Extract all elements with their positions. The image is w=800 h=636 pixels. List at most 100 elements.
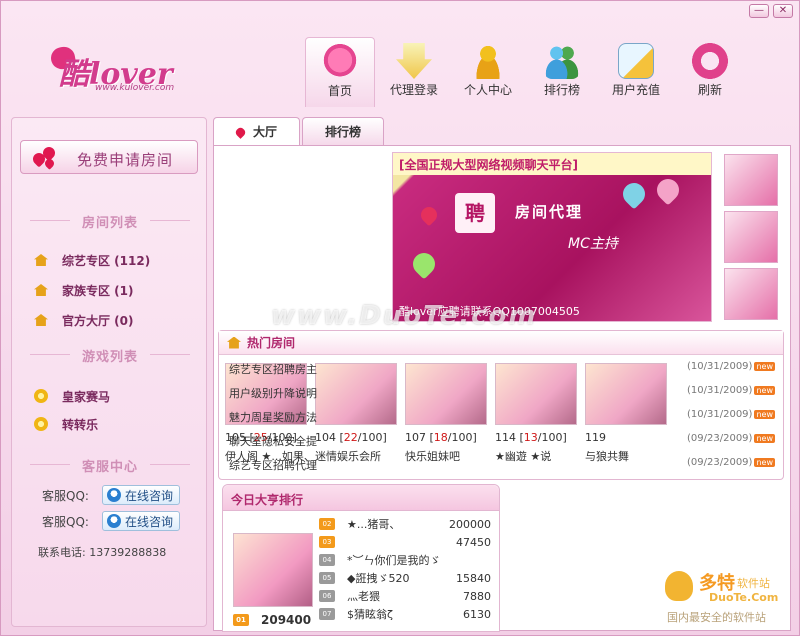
- rank-name: ★...猪哥、: [347, 518, 401, 531]
- nav-refresh[interactable]: 刷新: [675, 37, 745, 107]
- watermark-cn2: 软件站: [737, 577, 770, 590]
- rank-badge: 05: [319, 572, 335, 584]
- room-photo: [405, 363, 487, 425]
- coin-icon: [34, 389, 48, 403]
- ad-thumbnail[interactable]: [724, 211, 778, 263]
- rank-name: 灬老猥: [347, 590, 380, 603]
- online-consult-button[interactable]: 在线咨询: [102, 485, 180, 505]
- room-card[interactable]: 114 [13/100] ★幽遊 ★说: [495, 363, 583, 464]
- nav-label: 刷新: [697, 83, 722, 97]
- nav-agent-login[interactable]: 代理登录: [379, 37, 449, 107]
- rank-name: $猜眩翁ζ: [347, 608, 393, 621]
- hot-rooms-header: 热门房间: [219, 331, 783, 355]
- rank-badge: 06: [319, 590, 335, 602]
- qq-icon: [107, 488, 121, 502]
- sidebar-item-label: 综艺专区 (112): [62, 253, 151, 268]
- top-user-score: 01 209400: [233, 613, 311, 627]
- room-card[interactable]: 107 [18/100] 快乐姐妹吧: [405, 363, 493, 464]
- room-name: 快乐姐妹吧: [405, 450, 460, 463]
- heart-icon: [417, 203, 441, 227]
- room-list-title: 房间列表: [12, 212, 208, 231]
- banner-hire-badge: 聘: [455, 193, 495, 233]
- heart-icon: [652, 174, 684, 206]
- rank-badge: 07: [319, 608, 335, 620]
- sidebar-item-official[interactable]: 官方大厅 (0): [34, 310, 134, 330]
- left-sidebar: 免费申请房间 房间列表 综艺专区 (112) 家族专区 (1) 官方大厅 (0)…: [11, 117, 207, 627]
- rank-row[interactable]: 06 灬老猥 7880: [319, 587, 497, 605]
- users-rank-icon: [544, 43, 580, 79]
- nav-recharge[interactable]: 用户充值: [601, 37, 671, 107]
- news-item[interactable]: 综艺专区招聘房主: [229, 361, 359, 385]
- rank-row[interactable]: 02 ★...猪哥、 200000: [319, 515, 497, 533]
- game-list-title: 游戏列表: [12, 346, 208, 365]
- new-badge: new: [754, 386, 775, 395]
- news-date: (10/31/2009) new: [687, 361, 775, 372]
- rank-row[interactable]: 05 ◆誑拽ゞ520 15840: [319, 569, 497, 587]
- new-badge: new: [754, 410, 775, 419]
- watermark-text: www.DuoTe.com: [271, 301, 538, 331]
- news-item[interactable]: 综艺专区招聘代理: [229, 457, 359, 481]
- nav-home[interactable]: 首页: [305, 37, 375, 107]
- house-icon: [34, 314, 48, 326]
- rank-row[interactable]: 07 $猜眩翁ζ 6130: [319, 605, 497, 623]
- news-item[interactable]: 聊天室隐私安全提: [229, 433, 359, 457]
- duote-watermark-logo: 多特 软件站 DuoTe.Com 国内最安全的软件站: [665, 565, 795, 629]
- ad-thumbnail[interactable]: [724, 268, 778, 320]
- new-badge: new: [754, 362, 775, 371]
- recruit-banner[interactable]: [全国正规大型网络视频聊天平台] 聘 房间代理 MC主持 酷lover应聘请联系…: [392, 152, 712, 322]
- nav-label: 首页: [327, 84, 352, 98]
- nav-label: 排行榜: [543, 83, 580, 97]
- news-date: (10/31/2009) new: [687, 409, 775, 420]
- service-title: 客服中心: [12, 456, 208, 475]
- nav-ranking[interactable]: 排行榜: [527, 37, 597, 107]
- rank-row[interactable]: 04 *︶ㄣ你们是我的ゞ: [319, 551, 497, 569]
- nav-label: 个人中心: [463, 83, 512, 97]
- rank-badge: 01: [233, 614, 249, 626]
- download-arrow-icon: [396, 43, 432, 79]
- sidebar-item-family[interactable]: 家族专区 (1): [34, 280, 134, 300]
- ad-thumbnail[interactable]: [724, 154, 778, 206]
- online-consult-button[interactable]: 在线咨询: [102, 511, 180, 531]
- contact-phone: 联系电话: 13739288838: [38, 546, 167, 559]
- tab-bar: 大厅 排行榜: [213, 117, 386, 146]
- rank-score: 7880: [463, 589, 491, 603]
- heart-icon: [618, 178, 650, 210]
- sidebar-item-horse-race[interactable]: 皇家赛马: [34, 386, 110, 406]
- rank-score: 6130: [463, 607, 491, 621]
- tab-ranking[interactable]: 排行榜: [302, 117, 385, 145]
- tab-lobby[interactable]: 大厅: [213, 117, 301, 146]
- top-user-photo[interactable]: [233, 533, 313, 607]
- rank-name: *︶ㄣ你们是我的ゞ: [347, 554, 441, 567]
- qq-icon: [107, 514, 121, 528]
- apply-room-button[interactable]: 免费申请房间: [20, 140, 198, 174]
- heart-icon: [408, 248, 440, 280]
- new-badge: new: [754, 458, 775, 467]
- tab-label: 大厅: [253, 125, 278, 139]
- hot-rooms-title: 热门房间: [247, 336, 296, 350]
- side-ad-column: [724, 154, 780, 325]
- sidebar-item-label: 转转乐: [62, 417, 99, 432]
- sidebar-item-label: 皇家赛马: [62, 389, 111, 404]
- main-content: [全国正规大型网络视频聊天平台] 聘 房间代理 MC主持 酷lover应聘请联系…: [213, 145, 791, 632]
- sidebar-item-spin[interactable]: 转转乐: [34, 414, 98, 434]
- app-logo: 酷lover www.kulover.com: [49, 41, 181, 96]
- rank-badge: 02: [319, 518, 335, 530]
- qq-label: 客服QQ:: [42, 514, 89, 529]
- news-list: 综艺专区招聘房主 用户级别升降说明 魅力周星奖励方法 聊天室隐私安全提 综艺专区…: [229, 361, 359, 481]
- nav-personal-center[interactable]: 个人中心: [453, 37, 523, 107]
- sidebar-item-variety[interactable]: 综艺专区 (112): [34, 250, 150, 270]
- news-dates: (10/31/2009) new (10/31/2009) new (10/31/2…: [659, 361, 775, 481]
- news-item[interactable]: 魅力周星奖励方法: [229, 409, 359, 433]
- tycoon-rank-title: 今日大亨排行: [223, 485, 499, 511]
- rank-row[interactable]: 03 47450: [319, 533, 497, 551]
- nav-label: 代理登录: [389, 83, 438, 97]
- house-icon: [34, 284, 48, 296]
- rank-name: ◆誑拽ゞ520: [347, 572, 410, 585]
- heart-icon: [234, 125, 247, 139]
- watermark-en: DuoTe.Com: [709, 591, 779, 604]
- logo-url: www.kulover.com: [95, 83, 175, 93]
- tab-label: 排行榜: [325, 124, 362, 139]
- header: 酷lover www.kulover.com 首页 代理登录 个人中心 排行榜: [1, 1, 800, 111]
- qq-row: 客服QQ: 在线咨询: [42, 510, 180, 532]
- news-item[interactable]: 用户级别升降说明: [229, 385, 359, 409]
